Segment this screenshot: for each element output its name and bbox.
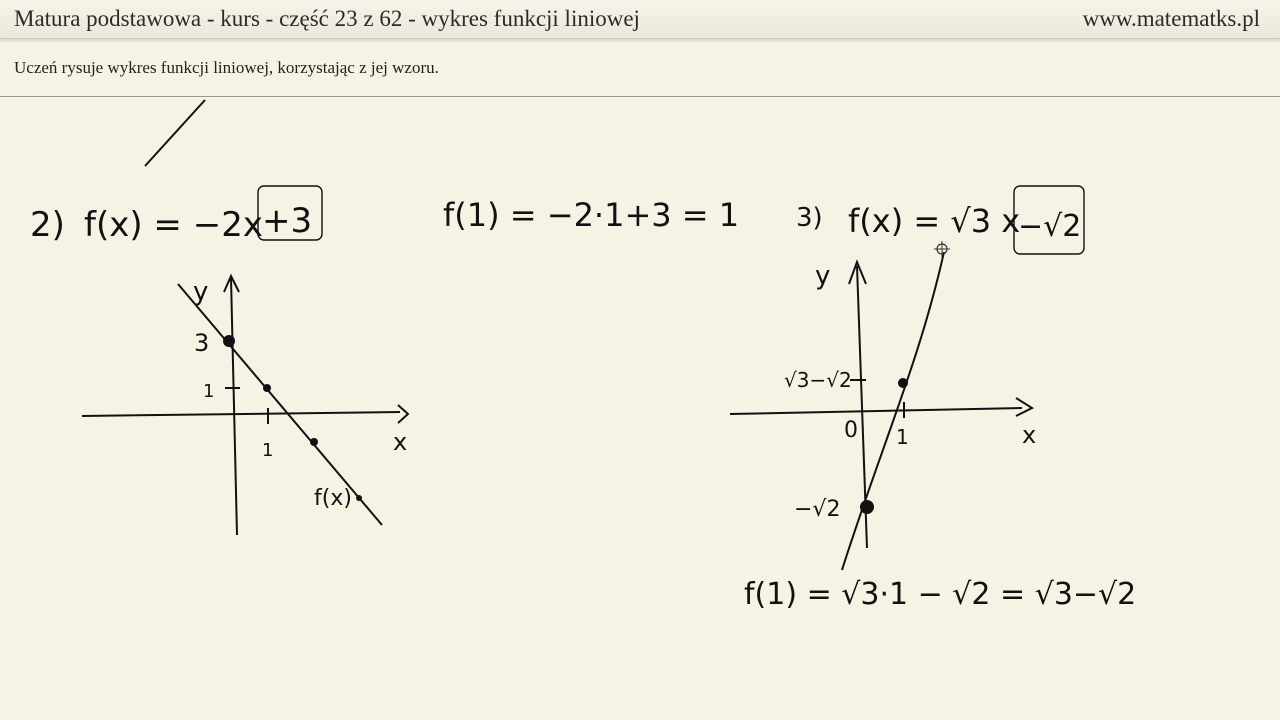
- ex2-point-intercept: [223, 335, 235, 347]
- ex3-formula-boxed: −√2: [1018, 209, 1081, 244]
- ex2-tick-y3-label: 3: [194, 329, 209, 357]
- ex2-x-label: x: [393, 428, 407, 456]
- ex2-point-1: [263, 384, 271, 392]
- ex2-y-label: y: [193, 277, 208, 307]
- ex2-y-axis: [230, 277, 238, 536]
- ex3-origin-label: 0: [844, 418, 858, 443]
- ex3-x-axis: [729, 407, 1023, 415]
- ex2-graph-label: f(x): [314, 486, 352, 511]
- ex2-point-2: [310, 438, 318, 446]
- ex2-x-axis: [81, 411, 401, 417]
- exercise-2: 2) f(x) = −2x +3 f(1) = −2·1+3 = 1 y x 3…: [30, 185, 739, 536]
- whiteboard[interactable]: 2) f(x) = −2x +3 f(1) = −2·1+3 = 1 y x 3…: [0, 0, 1280, 720]
- ex2-formula: f(x) = −2x: [84, 205, 263, 245]
- ex2-tick-x1-label: 1: [262, 440, 273, 461]
- ex3-point-1: [898, 378, 908, 388]
- pen-cursor-icon[interactable]: [934, 241, 950, 257]
- ex2-point-3: [356, 495, 362, 501]
- ex3-point-intercept: [860, 500, 874, 514]
- ex3-tick-x1-label: 1: [896, 425, 909, 449]
- ex3-x-label: x: [1022, 421, 1036, 449]
- ex3-formula: f(x) = √3 x: [848, 202, 1020, 240]
- ex3-tick-bottom-label: −√2: [794, 497, 840, 522]
- ex3-x-arrow-icon: [1015, 397, 1035, 417]
- ex2-calc: f(1) = −2·1+3 = 1: [443, 196, 739, 234]
- ex2-tick-y1-label: 1: [203, 381, 214, 402]
- stray-stroke: [144, 99, 206, 167]
- ex3-number: 3): [796, 203, 823, 233]
- ex2-formula-boxed: +3: [262, 201, 312, 241]
- exercise-3: 3) f(x) = √3 x −√2 y x 0 1 √3−√2 −√2 f(1…: [729, 185, 1136, 612]
- ex3-calc: f(1) = √3·1 − √2 = √3−√2: [744, 577, 1136, 612]
- ex3-y-label: y: [815, 261, 830, 291]
- ex3-tick-top-label: √3−√2: [784, 368, 852, 392]
- ex2-x-arrow-icon: [397, 404, 410, 424]
- ex2-number: 2): [30, 205, 65, 245]
